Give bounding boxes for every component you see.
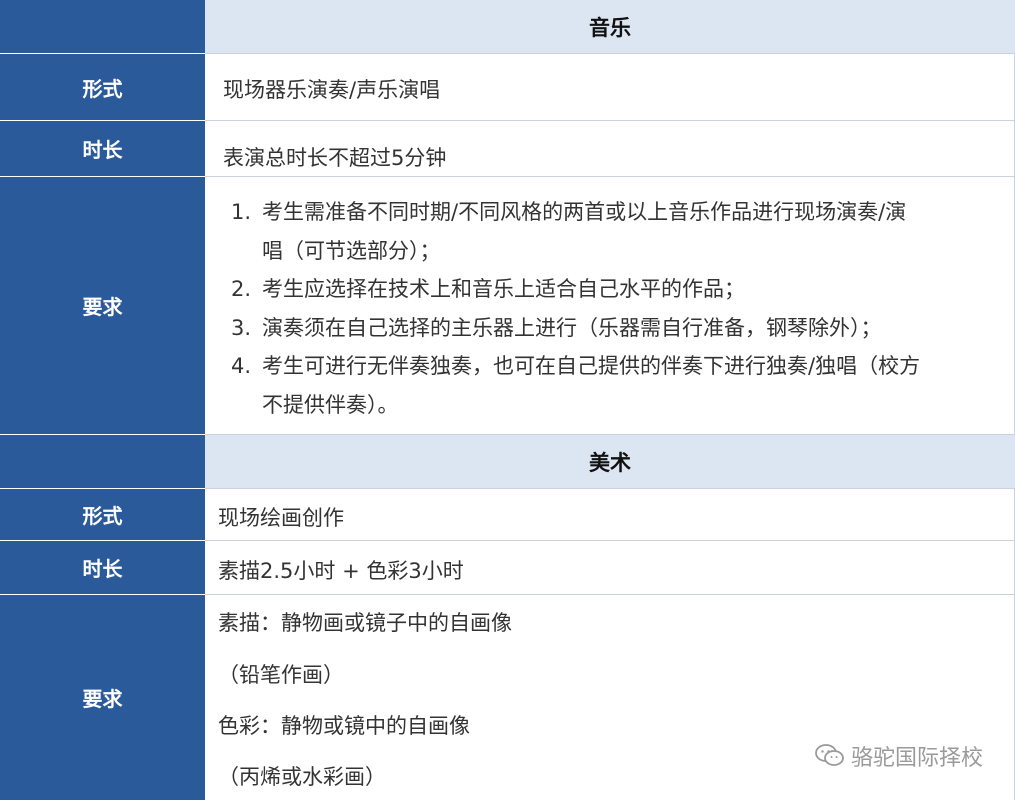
music-duration-row: 时长 表演总时长不超过5分钟 (0, 121, 1015, 177)
music-format-value: 现场器乐演奏/声乐演唱 (223, 78, 441, 102)
music-requirements-label: 要求 (0, 177, 205, 435)
art-duration-row: 时长 素描2.5小时 + 色彩3小时 (0, 541, 1015, 595)
art-requirement-line: （铅笔作画） (218, 663, 344, 687)
music-header-left-cell (0, 0, 205, 54)
art-format-row: 形式 现场绘画创作 (0, 489, 1015, 541)
watermark-text: 骆驼国际择校 (850, 746, 983, 771)
art-section-title: 美术 (205, 435, 1015, 489)
art-format-cell: 现场绘画创作 (205, 489, 1015, 541)
art-format-label: 形式 (0, 489, 205, 541)
music-format-row: 形式 现场器乐演奏/声乐演唱 (0, 54, 1015, 121)
music-format-label: 形式 (0, 54, 205, 121)
wechat-icon (815, 744, 844, 766)
music-header-row: 音乐 (0, 0, 1015, 54)
list-item: 2. 考生应选择在技术上和音乐上适合自己水平的作品； (231, 277, 745, 301)
art-duration-cell: 素描2.5小时 + 色彩3小时 (205, 541, 1015, 595)
art-requirements-label: 要求 (0, 595, 205, 800)
list-item: 1. 考生需准备不同时期/不同风格的两首或以上音乐作品进行现场演奏/演 唱（可节… (231, 200, 907, 263)
list-item: 3. 演奏须在自己选择的主乐器上进行（乐器需自行准备，钢琴除外）； (231, 315, 882, 340)
art-header-row: 美术 (0, 435, 1015, 489)
art-duration-value: 素描2.5小时 + 色彩3小时 (218, 559, 464, 583)
art-format-value: 现场绘画创作 (218, 506, 344, 530)
music-requirements-cell: 1. 考生需准备不同时期/不同风格的两首或以上音乐作品进行现场演奏/演 唱（可节… (205, 177, 1015, 435)
music-duration-cell: 表演总时长不超过5分钟 (205, 121, 1015, 177)
art-requirement-line: （丙烯或水彩画） (218, 765, 386, 789)
art-requirement-line: 色彩：静物或镜中的自画像 (218, 714, 470, 738)
art-duration-label: 时长 (0, 541, 205, 595)
watermark: 骆驼国际择校 (815, 740, 983, 772)
music-requirements-row: 要求 1. 考生需准备不同时期/不同风格的两首或以上音乐作品进行现场演奏/演 唱… (0, 177, 1015, 435)
art-header-left-cell (0, 435, 205, 489)
list-item: 4. 考生可进行无伴奏独奏，也可在自己提供的伴奏下进行独奏/独唱（校方 不提供伴… (231, 354, 921, 417)
music-section-title: 音乐 (205, 0, 1015, 54)
music-format-cell: 现场器乐演奏/声乐演唱 (205, 54, 1015, 121)
art-requirement-line: 素描：静物画或镜子中的自画像 (218, 611, 512, 635)
music-duration-label: 时长 (0, 121, 205, 177)
music-duration-value: 表演总时长不超过5分钟 (223, 146, 447, 170)
music-requirements-list: 1. 考生需准备不同时期/不同风格的两首或以上音乐作品进行现场演奏/演 唱（可节… (231, 193, 1011, 424)
